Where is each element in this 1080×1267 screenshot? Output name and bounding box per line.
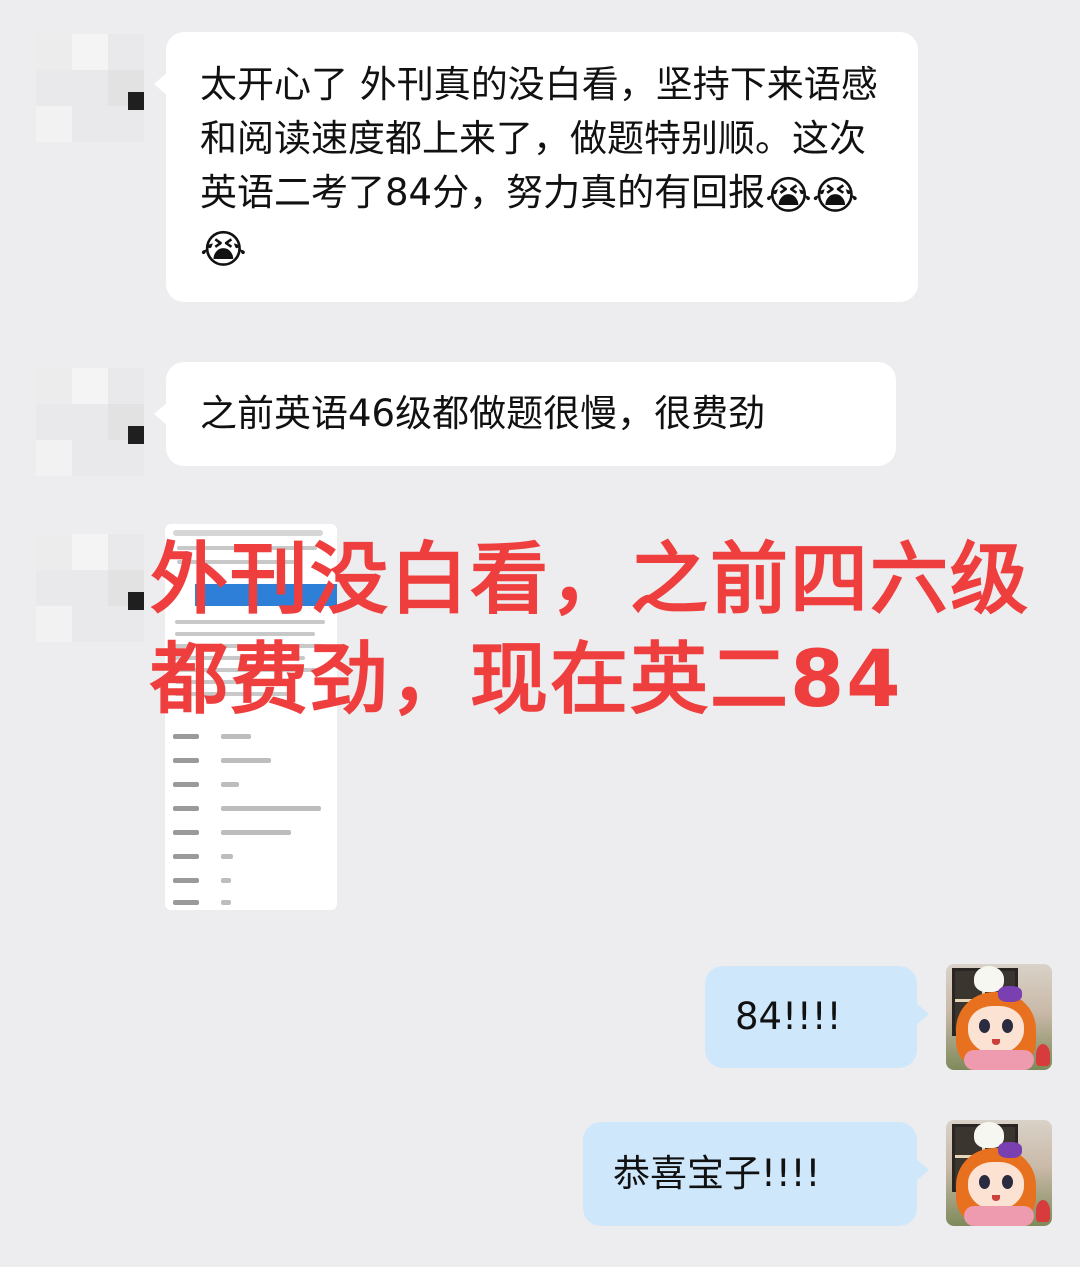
- message-text: 恭喜宝子!!!!: [613, 1152, 821, 1195]
- caption-line-1: 外刊没白看，之前四六级: [150, 535, 1031, 625]
- user-avatar[interactable]: [946, 1120, 1052, 1226]
- crying-face-icon: 😭: [200, 227, 247, 273]
- message-text: 之前英语46级都做题很慢，很费劲: [200, 392, 766, 435]
- sender-avatar-blurred[interactable]: [36, 368, 144, 476]
- crying-face-icon: 😭: [811, 173, 859, 219]
- sender-avatar-blurred[interactable]: [36, 534, 144, 642]
- overlay-caption: 外刊没白看，之前四六级 都费劲，现在英二84: [150, 530, 1075, 730]
- message-bubble-incoming[interactable]: 太开心了 外刊真的没白看，坚持下来语感和阅读速度都上来了，做题特别顺。这次英语二…: [154, 32, 918, 302]
- message-bubble-outgoing[interactable]: 恭喜宝子!!!!: [583, 1122, 929, 1226]
- sender-avatar-blurred[interactable]: [36, 34, 144, 142]
- message-text: 84!!!!: [735, 995, 842, 1038]
- user-avatar[interactable]: [946, 964, 1052, 1070]
- message-bubble-incoming[interactable]: 之前英语46级都做题很慢，很费劲: [154, 362, 896, 466]
- message-bubble-outgoing[interactable]: 84!!!!: [705, 966, 929, 1068]
- chat-window: 太开心了 外刊真的没白看，坚持下来语感和阅读速度都上来了，做题特别顺。这次英语二…: [0, 0, 1080, 1267]
- crying-face-icon: 😭: [765, 173, 812, 219]
- caption-line-2: 都费劲，现在英二84: [150, 635, 903, 725]
